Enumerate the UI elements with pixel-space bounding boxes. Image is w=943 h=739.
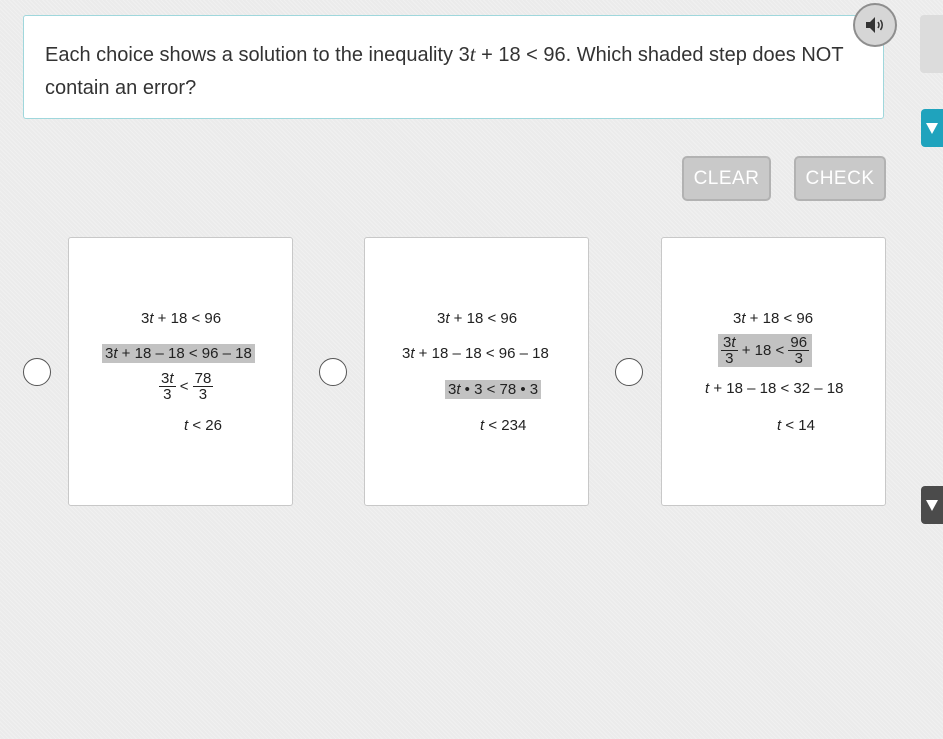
choice-c-step-3: t + 18 – 18 < 32 – 18 (705, 380, 844, 397)
choice-b-step-4: t < 234 (480, 417, 527, 434)
side-rail (920, 15, 943, 73)
triangle-down-icon (926, 500, 938, 511)
choice-a-radio[interactable] (23, 358, 51, 386)
choice-b-step-2: 3t + 18 – 18 < 96 – 18 (402, 345, 549, 362)
choice-b-card[interactable]: 3t + 18 < 96 3t + 18 – 18 < 96 – 18 3t •… (364, 237, 589, 506)
choice-a-card[interactable]: 3t + 18 < 96 3t + 18 – 18 < 96 – 18 3t 3 … (68, 237, 293, 506)
choice-a-step-4: t < 26 (184, 417, 222, 434)
expand-tab-teal[interactable] (921, 109, 943, 147)
choice-c-step-1: 3t + 18 < 96 (733, 310, 814, 327)
fraction: 3t 3 (721, 334, 738, 367)
audio-button[interactable] (853, 3, 897, 47)
question-text-start: Each choice shows a solution to the ineq… (45, 44, 470, 66)
choice-c-step-4: t < 14 (777, 417, 815, 434)
expand-tab-dark[interactable] (921, 486, 943, 524)
choice-a-step-2-shaded: 3t + 18 – 18 < 96 – 18 (102, 344, 255, 363)
clear-button[interactable]: CLEAR (682, 156, 771, 201)
speaker-icon (866, 17, 883, 33)
choice-c-card[interactable]: 3t + 18 < 96 3t 3 + 18 < 96 3 t + 18 – 18 … (661, 237, 886, 506)
choice-b-step-1: 3t + 18 < 96 (437, 310, 518, 327)
choice-b-radio[interactable] (319, 358, 347, 386)
choice-c-radio[interactable] (615, 358, 643, 386)
choice-a-step-3: 3t 3 < 78 3 (159, 370, 214, 403)
choice-b-step-3-shaded: 3t • 3 < 78 • 3 (445, 380, 542, 399)
question-panel: Each choice shows a solution to the ineq… (23, 15, 884, 119)
choice-c-step-2-shaded: 3t 3 + 18 < 96 3 (718, 334, 813, 367)
triangle-down-icon (926, 123, 938, 134)
fraction: 3t 3 (159, 370, 176, 403)
fraction: 78 3 (192, 370, 214, 403)
choice-a-step-1: 3t + 18 < 96 (141, 310, 222, 327)
check-button[interactable]: CHECK (794, 156, 886, 201)
fraction: 96 3 (788, 334, 810, 367)
